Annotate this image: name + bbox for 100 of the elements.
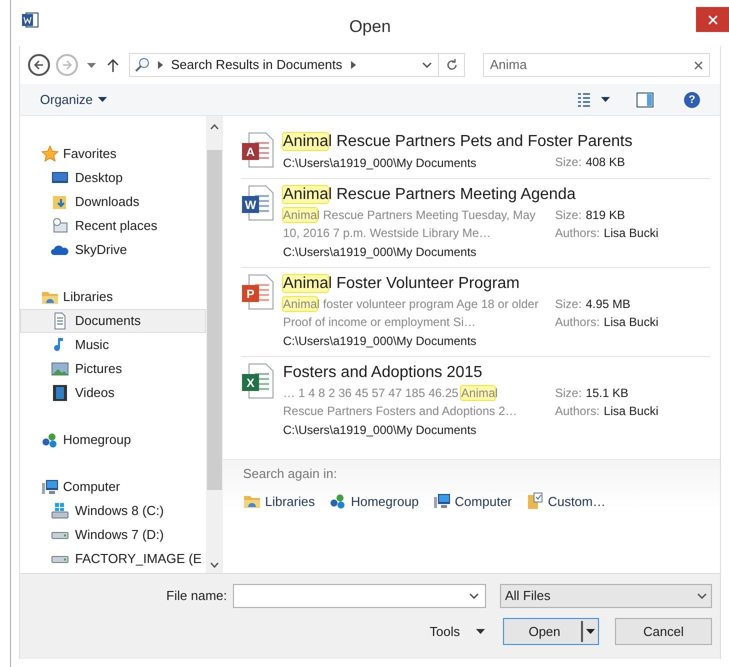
search-location-link[interactable]: Homegroup <box>328 492 419 511</box>
size-label: Size: <box>555 296 582 313</box>
sidebar-item[interactable]: Recent places <box>20 214 206 238</box>
sidebar-item[interactable]: Downloads <box>20 190 206 214</box>
sidebar-item[interactable]: Videos <box>20 381 206 405</box>
result-title: Animal Rescue Partners Pets and Foster Parents <box>283 132 634 152</box>
sidebar-item[interactable]: Pictures <box>20 357 206 381</box>
search-result[interactable]: A Animal Rescue Partners Pets and Foster Parents C:\Users\a1919_000\My Documents Size: 408 KB <box>241 126 710 179</box>
search-field[interactable]: Anima <box>483 53 710 77</box>
caret-down-icon <box>586 629 595 634</box>
close-button[interactable] <box>696 7 729 32</box>
film-icon <box>51 384 69 402</box>
sidebar-group[interactable]: Computer <box>20 475 206 499</box>
open-split-button[interactable]: Open <box>503 618 599 645</box>
search-result[interactable]: X Fosters and Adoptions 2015 … 1 4 8 2 36 45 57 47 185 46.25 Animal Rescue Partners Fosters and Adoptions 2… C:\Users\a1919_000\My Documents Size: 15.1 KB Authors: Lisa Bucki <box>241 357 710 445</box>
computer-icon <box>432 492 451 510</box>
result-path: C:\Users\a1919_000\My Documents <box>283 333 478 350</box>
authors-label: Authors: <box>555 314 600 331</box>
caret-down-icon <box>476 629 485 634</box>
view-options-button[interactable] <box>577 92 610 108</box>
result-title: Animal Rescue Partners Meeting Agenda <box>283 185 577 205</box>
sidebar-item[interactable]: Music <box>20 333 206 357</box>
file-name-label: File name: <box>166 587 227 606</box>
authors-label: Authors: <box>555 225 600 242</box>
arrow-right-icon <box>62 60 72 70</box>
drive-icon <box>51 556 69 562</box>
size-value: 15.1 KB <box>586 385 628 402</box>
size-label: Size: <box>555 154 582 171</box>
up-button[interactable] <box>105 58 121 72</box>
result-title: Fosters and Adoptions 2015 <box>283 363 484 383</box>
size-value: 408 KB <box>586 154 626 171</box>
sidebar-item[interactable]: Desktop <box>20 166 206 190</box>
caret-down-icon <box>87 62 96 68</box>
address-bar[interactable]: Search Results in Documents <box>129 53 465 77</box>
size-value: 4.95 MB <box>586 296 630 313</box>
homegroup-icon <box>328 492 347 510</box>
close-icon <box>708 14 718 24</box>
result-path: C:\Users\a1919_000\My Documents <box>283 155 478 172</box>
search-location-link[interactable]: Custom… <box>526 492 606 511</box>
sidebar-item[interactable]: SkyDrive <box>20 238 206 262</box>
sidebar-item[interactable]: Windows 7 (D:) <box>20 523 206 547</box>
sidebar-scrollbar[interactable] <box>206 116 223 573</box>
arrow-up-icon <box>107 58 119 72</box>
scroll-down-icon <box>210 562 219 568</box>
preview-pane-button[interactable] <box>636 92 654 108</box>
organize-button[interactable]: Organize <box>40 90 107 110</box>
search-result[interactable]: P Animal Foster Volunteer Program Animal foster volunteer program Age 18 or older Proof of income or employment Si… C:\Users\a1919_000\My Documents Size: 4.95 MB Authors: Lisa Bucki <box>241 268 710 357</box>
sidebar-group[interactable]: Favorites <box>20 142 206 166</box>
arrow-left-icon <box>34 60 44 70</box>
file-name-field[interactable] <box>233 584 486 608</box>
result-snippet: Animal foster volunteer program Age 18 or older Proof of income or employment Si… <box>283 296 540 331</box>
file-type-dropdown[interactable]: All Files <box>500 584 712 608</box>
search-location-link[interactable]: Computer <box>432 492 512 511</box>
sidebar-item[interactable]: FACTORY_IMAGE (E <box>20 547 206 571</box>
size-value: 819 KB <box>586 207 626 224</box>
download-folder-icon <box>51 193 69 211</box>
cancel-button[interactable]: Cancel <box>615 618 712 645</box>
sidebar-group[interactable]: Homegroup <box>20 428 206 452</box>
word-app-icon <box>21 11 39 29</box>
help-button[interactable]: ? <box>684 92 700 108</box>
authors-value: Lisa Bucki <box>604 314 658 331</box>
result-title: Animal Foster Volunteer Program <box>283 274 521 294</box>
sidebar-item[interactable]: Documents <box>20 309 206 333</box>
star-icon <box>41 145 59 163</box>
search-text: Anima <box>490 56 528 74</box>
chevron-down-icon <box>469 593 479 599</box>
sidebar-item[interactable]: Windows 8 (C:) <box>20 499 206 523</box>
result-snippet: … 1 4 8 2 36 45 57 47 185 46.25 Animal Rescue Partners Fosters and Adoptions 2… <box>283 385 518 420</box>
breadcrumb-arrow-icon <box>158 61 163 69</box>
size-label: Size: <box>555 385 582 402</box>
search-again-label: Search again in: <box>243 465 338 483</box>
drive-icon <box>51 532 69 538</box>
authors-value: Lisa Bucki <box>604 403 658 420</box>
folder-checklist-icon <box>526 492 544 510</box>
chevron-down-icon <box>697 593 707 599</box>
address-text: Search Results in Documents <box>171 56 342 74</box>
sidebar-group[interactable]: Libraries <box>20 285 206 309</box>
clear-icon <box>694 60 703 70</box>
back-button[interactable] <box>28 54 50 76</box>
drive-icon <box>51 502 69 520</box>
size-label: Size: <box>555 207 582 224</box>
result-snippet: Animal Rescue Partners Meeting Tuesday, May 10, 2016 7 p.m. Westside Library Me… <box>283 207 537 242</box>
authors-value: Lisa Bucki <box>604 225 658 242</box>
caret-down-icon <box>98 97 107 102</box>
breadcrumb-arrow-icon <box>351 61 356 69</box>
preview-pane-icon <box>636 92 654 108</box>
recent-places-icon <box>51 217 69 235</box>
result-path: C:\Users\a1919_000\My Documents <box>283 244 478 261</box>
scroll-up-icon <box>210 124 219 130</box>
details-view-icon <box>577 92 591 108</box>
search-location-link[interactable]: Libraries <box>243 492 315 511</box>
authors-label: Authors: <box>555 403 600 420</box>
caret-down-icon <box>601 97 610 102</box>
computer-icon <box>41 478 59 496</box>
search-result[interactable]: W Animal Rescue Partners Meeting Agenda Animal Rescue Partners Meeting Tuesday, May 10, 2016 7 p.m. Westside Library Me… C:\Users\a1919_000\My Documents Size: 819 KB Authors: Lisa Bucki <box>241 179 710 268</box>
picture-icon <box>51 360 69 378</box>
result-path: C:\Users\a1919_000\My Documents <box>283 422 478 439</box>
search-icon <box>134 57 150 73</box>
homegroup-icon <box>41 431 59 449</box>
tools-button[interactable]: Tools <box>430 622 485 642</box>
